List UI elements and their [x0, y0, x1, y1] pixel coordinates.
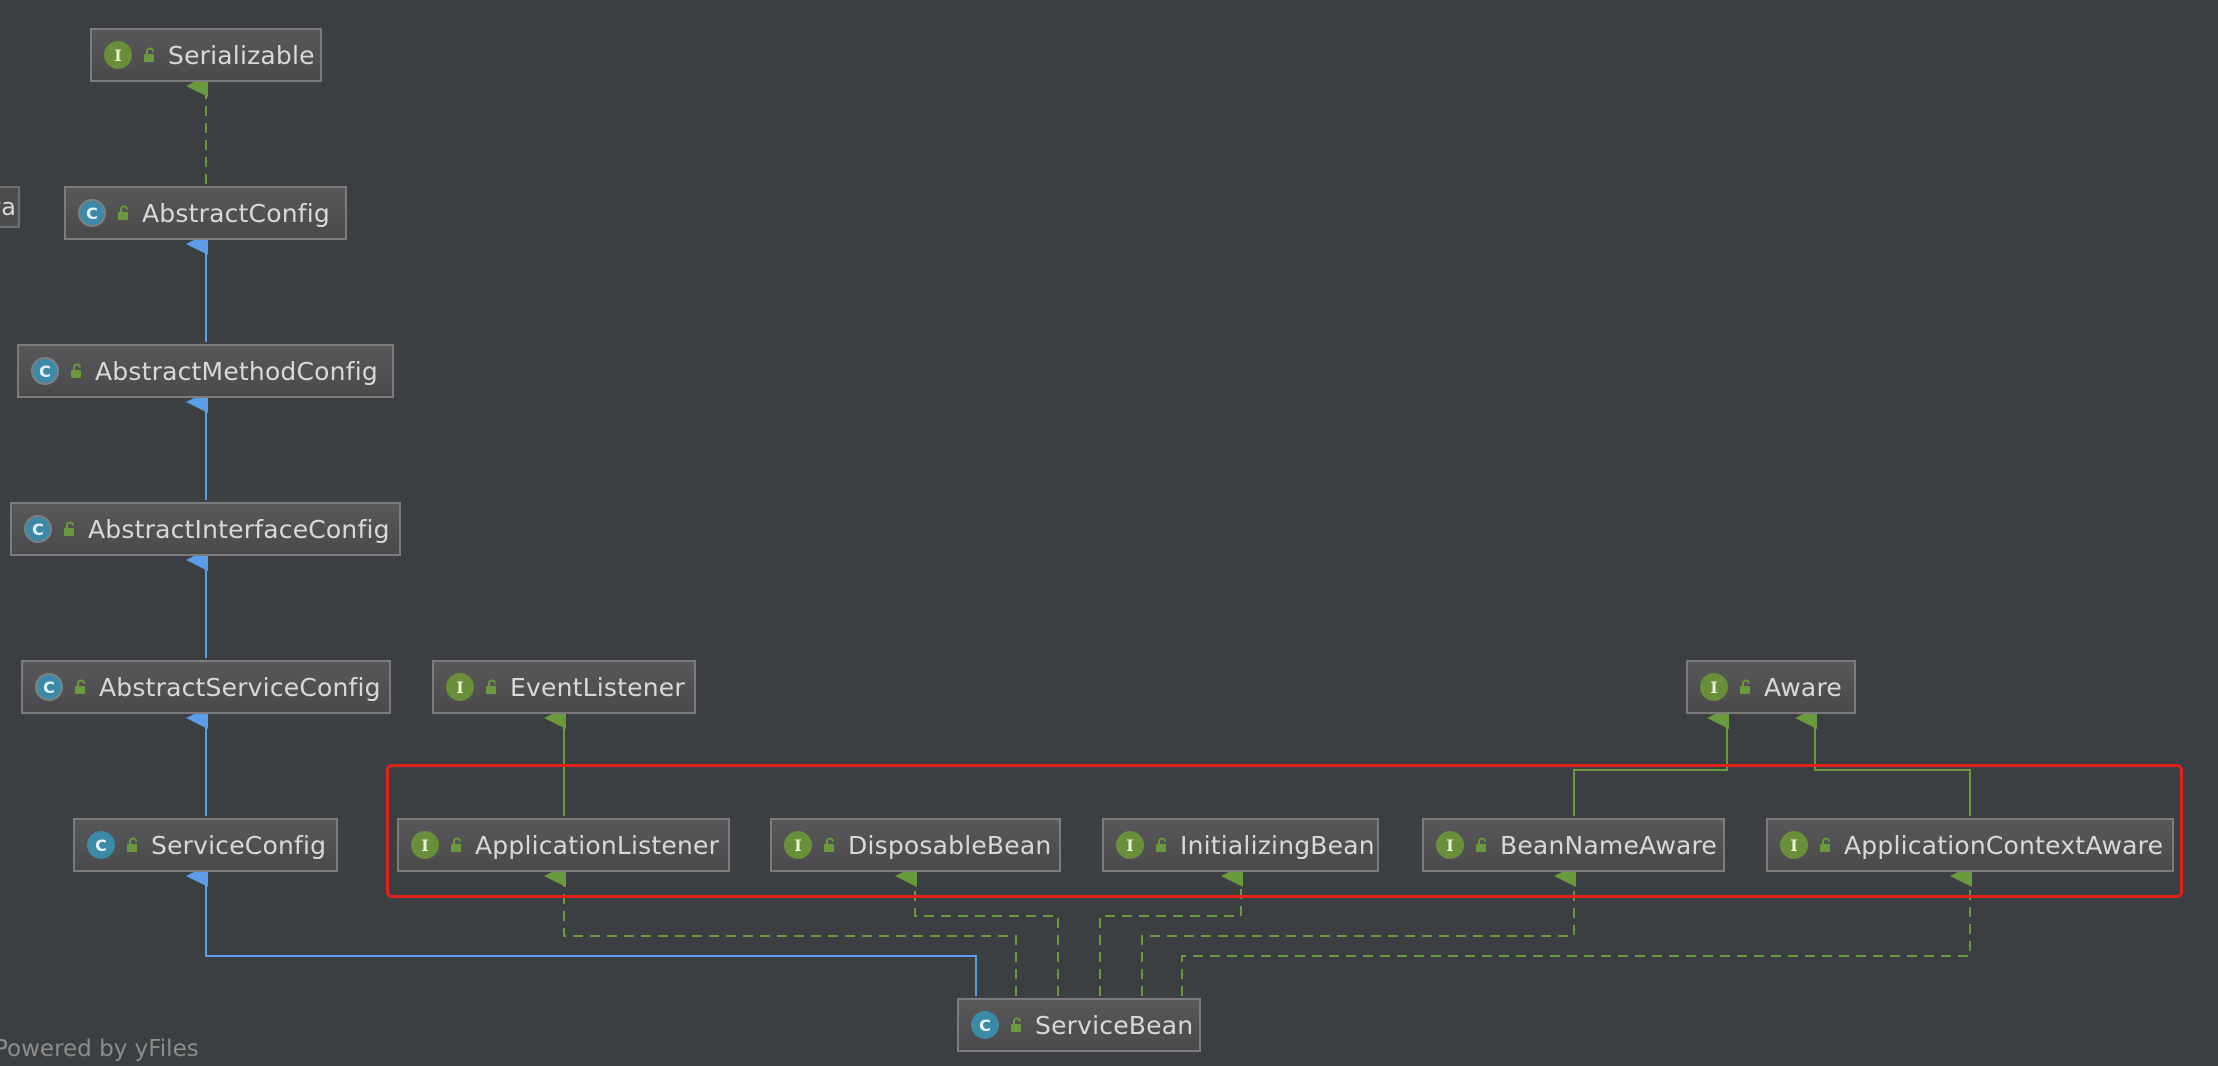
node-label: AbstractConfig [142, 198, 330, 228]
public-unlocked-lock-icon [822, 837, 838, 853]
abstract-class-icon: C [24, 515, 52, 543]
node-label: DisposableBean [848, 830, 1052, 860]
class-icon: C [87, 831, 115, 859]
interface-icon: I [1116, 831, 1144, 859]
node-service-bean[interactable]: C ServiceBean [957, 998, 1201, 1052]
node-label: BeanNameAware [1500, 830, 1718, 860]
interface-icon: I [784, 831, 812, 859]
powered-by-footer: Powered by yFiles [0, 1036, 199, 1062]
node-application-context-aware[interactable]: I ApplicationContextAware [1766, 818, 2174, 872]
node-label: EventListener [510, 672, 685, 702]
node-abstract-method-config[interactable]: C AbstractMethodConfig [17, 344, 394, 398]
public-unlocked-lock-icon [125, 837, 141, 853]
node-label: ServiceConfig [151, 830, 327, 860]
node-bean-name-aware[interactable]: I BeanNameAware [1422, 818, 1725, 872]
node-event-listener[interactable]: I EventListener [432, 660, 696, 714]
node-label: AbstractServiceConfig [99, 672, 381, 702]
offscreen-node-text: va [0, 193, 16, 221]
class-icon: C [971, 1011, 999, 1039]
node-abstract-interface-config[interactable]: C AbstractInterfaceConfig [10, 502, 401, 556]
node-label: ApplicationContextAware [1844, 830, 2164, 860]
interface-icon: I [446, 673, 474, 701]
interface-icon: I [104, 41, 132, 69]
node-label: AbstractInterfaceConfig [88, 514, 390, 544]
node-label: AbstractMethodConfig [95, 356, 378, 386]
public-unlocked-lock-icon [62, 521, 78, 537]
interface-icon: I [1700, 673, 1728, 701]
public-unlocked-lock-icon [69, 363, 85, 379]
interface-icon: I [1780, 831, 1808, 859]
interface-icon: I [411, 831, 439, 859]
public-unlocked-lock-icon [449, 837, 465, 853]
interface-icon: I [1436, 831, 1464, 859]
node-abstract-service-config[interactable]: C AbstractServiceConfig [21, 660, 391, 714]
public-unlocked-lock-icon [1818, 837, 1834, 853]
abstract-class-icon: C [35, 673, 63, 701]
node-initializing-bean[interactable]: I InitializingBean [1102, 818, 1379, 872]
public-unlocked-lock-icon [1738, 679, 1754, 695]
public-unlocked-lock-icon [73, 679, 89, 695]
node-disposable-bean[interactable]: I DisposableBean [770, 818, 1061, 872]
abstract-class-icon: C [78, 199, 106, 227]
public-unlocked-lock-icon [116, 205, 132, 221]
node-label: ApplicationListener [475, 830, 720, 860]
node-label: InitializingBean [1180, 830, 1375, 860]
node-label: Serializable [168, 40, 315, 70]
node-application-listener[interactable]: I ApplicationListener [397, 818, 730, 872]
node-service-config[interactable]: C ServiceConfig [73, 818, 338, 872]
public-unlocked-lock-icon [142, 47, 158, 63]
public-unlocked-lock-icon [1009, 1017, 1025, 1033]
abstract-class-icon: C [31, 357, 59, 385]
node-serializable[interactable]: I Serializable [90, 28, 322, 82]
public-unlocked-lock-icon [1474, 837, 1490, 853]
node-abstract-config[interactable]: C AbstractConfig [64, 186, 347, 240]
node-label: ServiceBean [1035, 1010, 1194, 1040]
public-unlocked-lock-icon [1154, 837, 1170, 853]
public-unlocked-lock-icon [484, 679, 500, 695]
node-aware[interactable]: I Aware [1686, 660, 1856, 714]
node-label: Aware [1764, 672, 1842, 702]
offscreen-node-fragment[interactable]: va [0, 186, 20, 228]
